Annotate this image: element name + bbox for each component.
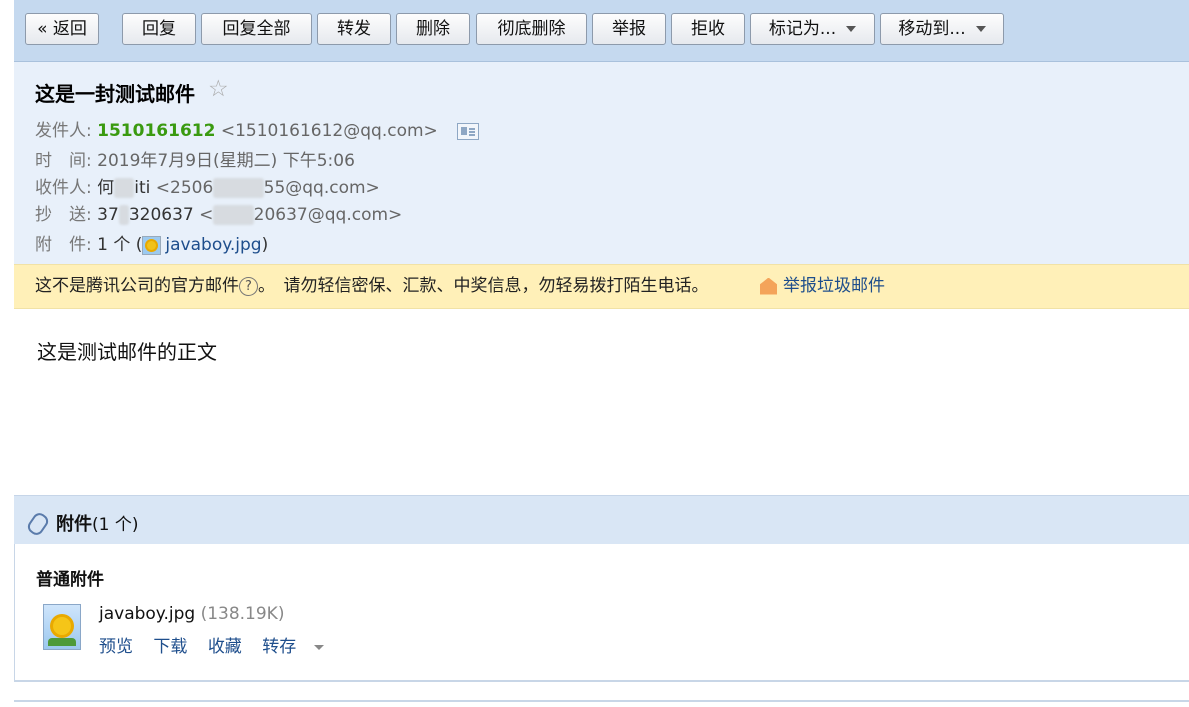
attachment-file-size: (138.19K)	[200, 604, 285, 624]
help-icon[interactable]: ?	[239, 276, 258, 296]
sender-address: <1510161612@qq.com>	[220, 121, 438, 141]
mail-header: 这是一封测试邮件 ☆ 发件人: 1510161612 <1510161612@q…	[14, 62, 1189, 264]
contact-card-icon[interactable]	[457, 122, 480, 140]
delete-button[interactable]: 删除	[396, 13, 470, 45]
attachment-link[interactable]: javaboy.jpg	[165, 235, 261, 255]
attachment-close-paren: )	[261, 235, 269, 255]
cc-row: 抄 送: 37x320637 <xxxx20637@qq.com>	[35, 200, 402, 225]
sender-name[interactable]: 1510161612	[97, 121, 215, 141]
attachment-file-name[interactable]: javaboy.jpg	[99, 604, 195, 624]
favorite-link[interactable]: 收藏	[208, 637, 242, 657]
attachment-count: 1 个 (	[97, 235, 143, 255]
attachment-file: javaboy.jpg (138.19K)	[99, 604, 284, 624]
move-to-dropdown[interactable]: 移动到...	[880, 13, 1004, 45]
cc-address: <xxxx20637@qq.com>	[199, 205, 403, 225]
normal-attachments-label: 普通附件	[36, 570, 104, 590]
attachments-panel: 普通附件 javaboy.jpg (138.19K) 预览 下载 收藏 转存	[14, 544, 1189, 682]
preview-link[interactable]: 预览	[99, 637, 133, 657]
report-envelope-icon	[760, 277, 777, 295]
sender-label: 发件人:	[35, 121, 92, 141]
star-icon[interactable]: ☆	[208, 76, 229, 102]
recipient-address: <2506xxxxx55@qq.com>	[155, 178, 380, 198]
mark-as-label: 标记为...	[768, 19, 837, 39]
report-button[interactable]: 举报	[592, 13, 666, 45]
save-to-dropdown[interactable]: 转存	[262, 637, 339, 657]
recipient-label: 收件人:	[35, 178, 92, 198]
sender-row: 发件人: 1510161612 <1510161612@qq.com>	[35, 116, 480, 141]
back-button[interactable]: « 返回	[25, 13, 99, 45]
attachments-header: 附件(1 个)	[14, 495, 1189, 545]
chevron-down-icon	[846, 26, 857, 32]
security-warning-bar: 这不是腾讯公司的官方邮件?。 请勿轻信密保、汇款、中奖信息，勿轻易拨打陌生电话。…	[14, 264, 1189, 309]
delete-permanently-button[interactable]: 彻底删除	[476, 13, 587, 45]
attachments-title: 附件(1 个)	[56, 514, 139, 535]
time-label: 时 间:	[35, 151, 92, 171]
report-spam-link[interactable]: 举报垃圾邮件	[760, 265, 885, 308]
attachment-label: 附 件:	[35, 235, 92, 255]
time-value: 2019年7月9日(星期二) 下午5:06	[97, 151, 355, 171]
chevron-down-icon	[314, 644, 325, 650]
mail-subject: 这是一封测试邮件	[35, 82, 195, 106]
download-link[interactable]: 下载	[153, 637, 187, 657]
forward-button[interactable]: 转发	[317, 13, 391, 45]
reject-button[interactable]: 拒收	[671, 13, 745, 45]
reply-button[interactable]: 回复	[122, 13, 196, 45]
mail-toolbar: « 返回 回复 回复全部 转发 删除 彻底删除 举报 拒收 标记为... 移动到…	[14, 0, 1189, 62]
cc-label: 抄 送:	[35, 205, 92, 225]
cc-name[interactable]: 37x320637	[97, 205, 194, 225]
chevron-down-icon	[975, 26, 986, 32]
warning-text: 这不是腾讯公司的官方邮件?。 请勿轻信密保、汇款、中奖信息，勿轻易拨打陌生电话。	[35, 276, 709, 296]
image-file-icon[interactable]	[43, 604, 81, 650]
attachments-count: (1 个)	[92, 515, 139, 535]
attachment-row: 附 件: 1 个 ( javaboy.jpg)	[35, 230, 268, 255]
reply-all-button[interactable]: 回复全部	[201, 13, 312, 45]
recipient-row: 收件人: 何xxiti <2506xxxxx55@qq.com>	[35, 173, 380, 198]
bottom-divider	[14, 700, 1189, 702]
time-row: 时 间: 2019年7月9日(星期二) 下午5:06	[35, 146, 355, 171]
attachment-actions: 预览 下载 收藏 转存	[99, 632, 354, 657]
mail-body: 这是测试邮件的正文	[37, 340, 217, 364]
image-thumbnail-icon	[142, 235, 162, 255]
paperclip-icon	[25, 510, 51, 538]
mark-as-dropdown[interactable]: 标记为...	[750, 13, 875, 45]
move-to-label: 移动到...	[898, 19, 966, 39]
recipient-name[interactable]: 何xxiti	[97, 178, 150, 198]
